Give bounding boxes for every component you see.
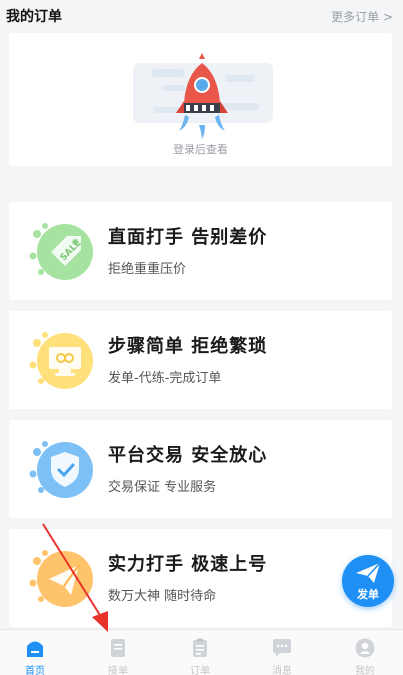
orders-header: 我的订单 更多订单 > — [0, 0, 403, 30]
feature-title: 实力打手 极速上号 — [108, 554, 268, 575]
clipboard-icon — [193, 638, 207, 657]
post-order-fab[interactable]: 发单 — [342, 555, 394, 607]
paper-plane-icon — [29, 550, 93, 607]
feature-subtitle: 交易保证 专业服务 — [108, 480, 217, 495]
home-icon — [27, 641, 43, 657]
orders-card: 登录后查看 — [9, 33, 392, 166]
orders-title: 我的订单 — [6, 9, 62, 25]
feature-card-simple-steps[interactable]: 步骤简单 拒绝繁琐 发单-代练-完成订单 — [9, 311, 392, 409]
tab-take-order[interactable]: 接单 — [78, 630, 158, 675]
tab-label: 消息 — [272, 666, 292, 675]
chat-bubble-icon — [273, 639, 291, 657]
feature-subtitle: 数万大神 随时待命 — [108, 589, 217, 604]
feature-title: 直面打手 告别差价 — [108, 227, 268, 248]
tab-profile[interactable]: 我的 — [325, 630, 403, 675]
feature-subtitle: 拒绝重重压价 — [108, 262, 187, 277]
tab-label: 我的 — [355, 666, 375, 675]
feature-card-strong-players[interactable]: 实力打手 极速上号 数万大神 随时待命 — [9, 529, 392, 627]
shield-check-icon — [29, 441, 93, 498]
feature-title: 步骤简单 拒绝繁琐 — [108, 336, 268, 357]
tab-home[interactable]: 首页 — [0, 630, 75, 675]
feature-card-secure-trade[interactable]: 平台交易 安全放心 交易保证 专业服务 — [9, 420, 392, 518]
feature-subtitle: 发单-代练-完成订单 — [108, 371, 222, 386]
tab-label: 订单 — [190, 666, 210, 675]
feature-title: 平台交易 安全放心 — [108, 445, 268, 466]
monitor-link-icon — [29, 332, 93, 389]
price-tag-icon: SALE — [29, 223, 93, 280]
send-plane-icon — [356, 562, 381, 583]
more-orders-link[interactable]: 更多订单 > — [331, 8, 393, 25]
fab-label: 发单 — [357, 588, 379, 601]
bottom-tab-bar: 首页 接单 订单 消息 我的 — [0, 629, 403, 675]
tab-messages[interactable]: 消息 — [242, 630, 322, 675]
tab-orders[interactable]: 订单 — [160, 630, 240, 675]
user-icon — [355, 638, 375, 658]
login-hint: 登录后查看 — [173, 143, 228, 156]
tab-label: 接单 — [108, 666, 128, 675]
document-icon — [111, 639, 125, 657]
tab-label: 首页 — [25, 666, 45, 675]
feature-card-direct-players[interactable]: SALE 直面打手 告别差价 拒绝重重压价 — [9, 202, 392, 300]
rocket-illustration — [133, 53, 273, 139]
